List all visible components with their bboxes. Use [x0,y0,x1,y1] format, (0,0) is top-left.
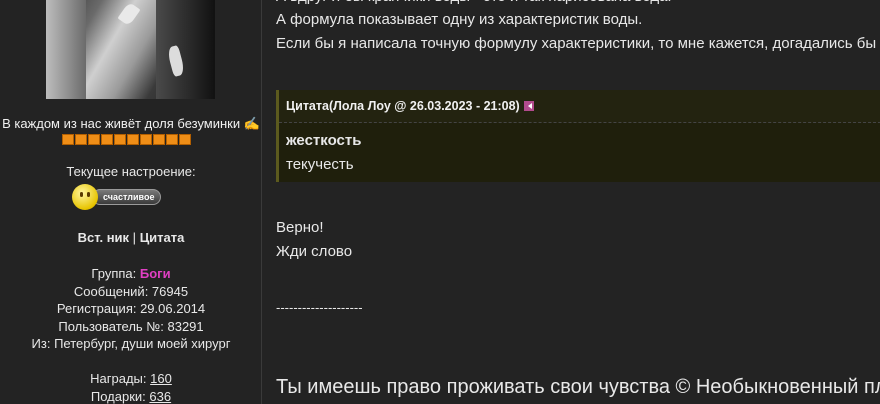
rank-pip [88,134,100,145]
group-row: Группа: Боги [0,265,262,283]
avatar-fabric-left [46,0,86,99]
avatar-jewel [117,1,141,27]
quote-block: Цитата(Лола Лоу @ 26.03.2023 - 21:08) же… [276,90,880,182]
group-label: Группа: [91,266,137,281]
mood-badge: счастливое [72,184,164,210]
user-stats: Группа: Боги Сообщений: 76945 Регистраци… [0,265,262,353]
quote-content: жесткость текучесть [279,123,880,177]
post-text-line: Если бы я написала точную формулу характ… [276,35,877,52]
rank-pip [140,134,152,145]
smiley-icon [72,184,98,210]
user-awards: Награды: 160 Подарки: 636 [0,370,262,404]
awards-label: Награды: [90,371,147,386]
quote-link[interactable]: Цитата [140,230,185,245]
post-text-line: А формула показывает одну из характерист… [276,11,643,28]
rank-pip [75,134,87,145]
mood-value: счастливое [92,189,162,205]
post-body: А вдруг я бы кранчики воды - это и так н… [276,0,880,404]
reply-line: Жди слово [276,243,353,260]
gifts-label: Подарки: [90,388,146,404]
messages-count: Сообщений: 76945 [73,283,189,299]
rank-pip [101,134,113,145]
quote-line: жесткость [286,132,362,149]
gifts-row: Подарки: 636 [0,388,262,404]
quote-author: Цитата(Лола Лоу @ 26.03.2023 - 21:08) [286,99,520,113]
post-actions: Вст. ник | Цитата [0,230,262,245]
rank-pip [166,134,178,145]
group-value: Боги [139,266,171,281]
back-to-post-icon[interactable] [523,101,534,111]
signature-text: Ты имеешь право проживать свои чувства ©… [276,376,880,398]
awards-row: Награды: 160 [0,370,262,388]
avatar-fabric-right [156,0,215,99]
awards-link[interactable]: 160 [150,371,172,386]
post-text-line: А вдруг я бы кранчики воды - это и так н… [276,0,672,8]
rank-pip [153,134,165,145]
rank-pip [62,134,74,145]
rank-bar [62,134,191,145]
signature-divider: -------------------- [276,300,363,315]
registration-date: Регистрация: 29.06.2014 [56,301,206,316]
user-number: Пользователь №: 83291 [58,318,204,334]
user-profile-panel: В каждом из нас живёт доля безуминки ✍ Т… [0,0,262,404]
rank-pip [179,134,191,145]
avatar[interactable] [46,0,215,99]
user-motto: В каждом из нас живёт доля безуминки ✍ [2,116,260,131]
insert-nick-link[interactable]: Вст. ник [78,230,129,245]
quote-line: текучесть [286,156,354,173]
reply-line: Верно! [276,219,324,236]
rank-pip [127,134,139,145]
quote-header: Цитата(Лола Лоу @ 26.03.2023 - 21:08) [279,90,880,123]
separator: | [132,230,137,245]
mood-label: Текущее настроение: [66,164,196,179]
gifts-link[interactable]: 636 [149,389,171,404]
user-location: Из: Петербург, души моей хирург [31,336,231,351]
rank-pip [114,134,126,145]
